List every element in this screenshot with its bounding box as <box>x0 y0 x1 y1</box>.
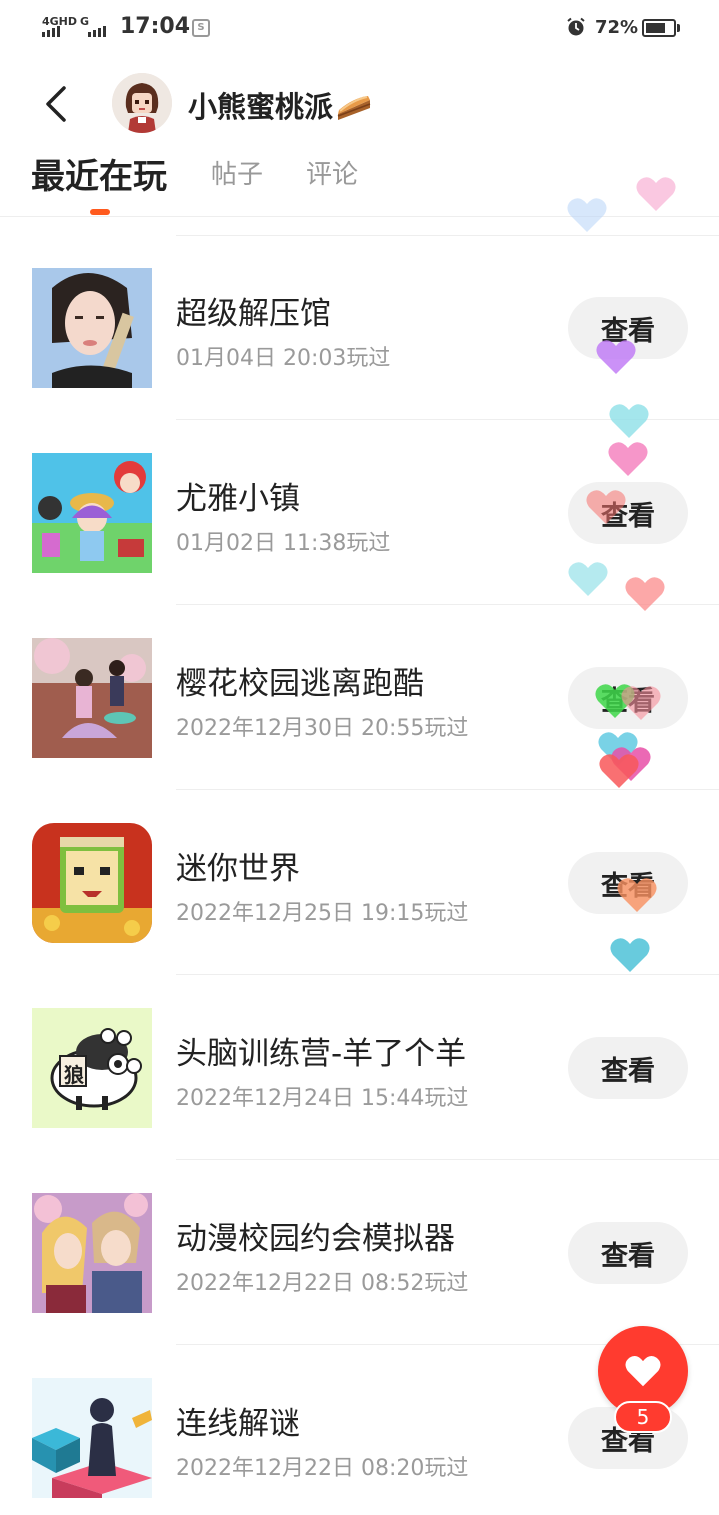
game-thumbnail[interactable] <box>32 1378 152 1498</box>
list-item[interactable]: 迷你世界 2022年12月25日 19:15玩过 查看 <box>0 790 719 975</box>
avatar-image <box>112 73 172 133</box>
game-thumbnail[interactable] <box>32 453 152 573</box>
game-thumbnail-image <box>32 1008 152 1128</box>
screenshot-icon: S <box>192 19 210 37</box>
pie-emoji-icon <box>337 96 371 120</box>
game-thumbnail[interactable]: 狼 <box>32 1008 152 1128</box>
view-button[interactable]: 查看 <box>568 1037 688 1099</box>
last-played-time: 2022年12月25日 19:15玩过 <box>176 901 469 926</box>
back-arrow-icon[interactable] <box>40 82 80 126</box>
avatar[interactable] <box>112 73 172 133</box>
signal-strength-icon <box>42 26 60 37</box>
game-thumbnail[interactable] <box>32 1193 152 1313</box>
tab-recently-played[interactable]: 最近在玩 <box>31 149 167 198</box>
game-thumbnail-image <box>32 453 152 573</box>
game-thumbnail-image <box>32 1378 152 1498</box>
sheep-tile-character: 狼 <box>64 1063 84 1087</box>
active-tab-indicator <box>90 209 110 215</box>
game-title: 头脑训练营-羊了个羊 <box>176 1036 467 1072</box>
game-title: 迷你世界 <box>176 851 300 887</box>
view-button[interactable]: 查看 <box>568 297 688 359</box>
game-thumbnail[interactable] <box>32 268 152 388</box>
game-thumbnail-image <box>32 823 152 943</box>
game-title: 尤雅小镇 <box>176 481 300 517</box>
battery-level-fill <box>646 23 665 33</box>
status-bar: 4GHD G 17:04 S 72% <box>0 0 719 56</box>
view-button[interactable]: 查看 <box>568 852 688 914</box>
tab-posts[interactable]: 帖子 <box>211 154 263 191</box>
tabs-divider <box>0 216 719 217</box>
list-item[interactable]: 樱花校园逃离跑酷 2022年12月30日 20:55玩过 查看 <box>0 605 719 790</box>
game-title: 樱花校园逃离跑酷 <box>176 666 424 702</box>
alarm-clock-icon <box>567 17 585 36</box>
last-played-time: 2022年12月24日 15:44玩过 <box>176 1086 469 1111</box>
last-played-time: 2022年12月22日 08:52玩过 <box>176 1271 469 1296</box>
profile-username: 小熊蜜桃派 <box>188 90 334 124</box>
game-thumbnail[interactable] <box>32 823 152 943</box>
tab-comments[interactable]: 评论 <box>306 154 358 191</box>
game-title: 连线解谜 <box>176 1406 300 1442</box>
like-count-badge: 5 <box>614 1401 672 1433</box>
list-item[interactable]: 尤雅小镇 01月02日 11:38玩过 查看 <box>0 420 719 605</box>
game-title: 动漫校园约会模拟器 <box>176 1221 455 1257</box>
last-played-time: 01月02日 11:38玩过 <box>176 531 391 556</box>
battery-percent: 72% <box>595 17 639 38</box>
view-button[interactable]: 查看 <box>568 482 688 544</box>
heart-icon <box>625 1355 661 1387</box>
game-thumbnail-image <box>32 638 152 758</box>
game-thumbnail[interactable] <box>32 638 152 758</box>
signal-strength-2-icon <box>88 26 106 37</box>
game-title: 超级解压馆 <box>176 296 331 332</box>
view-button[interactable]: 查看 <box>568 667 688 729</box>
game-thumbnail-image <box>32 1193 152 1313</box>
battery-tip <box>677 24 680 32</box>
list-item[interactable]: 动漫校园约会模拟器 2022年12月22日 08:52玩过 查看 <box>0 1160 719 1345</box>
last-played-time: 2022年12月22日 08:20玩过 <box>176 1456 469 1481</box>
view-button[interactable]: 查看 <box>568 1222 688 1284</box>
clock-time: 17:04 <box>120 14 191 39</box>
game-thumbnail-image <box>32 268 152 388</box>
last-played-time: 2022年12月30日 20:55玩过 <box>176 716 469 741</box>
list-item[interactable]: 超级解压馆 01月04日 20:03玩过 查看 <box>0 235 719 420</box>
profile-username-row: 小熊蜜桃派 <box>188 84 373 126</box>
battery-icon <box>642 19 676 37</box>
last-played-time: 01月04日 20:03玩过 <box>176 346 391 371</box>
profile-tabs: 最近在玩 帖子 评论 <box>0 146 719 216</box>
list-item[interactable]: 狼 头脑训练营-羊了个羊 2022年12月24日 15:44玩过 查看 <box>0 975 719 1160</box>
